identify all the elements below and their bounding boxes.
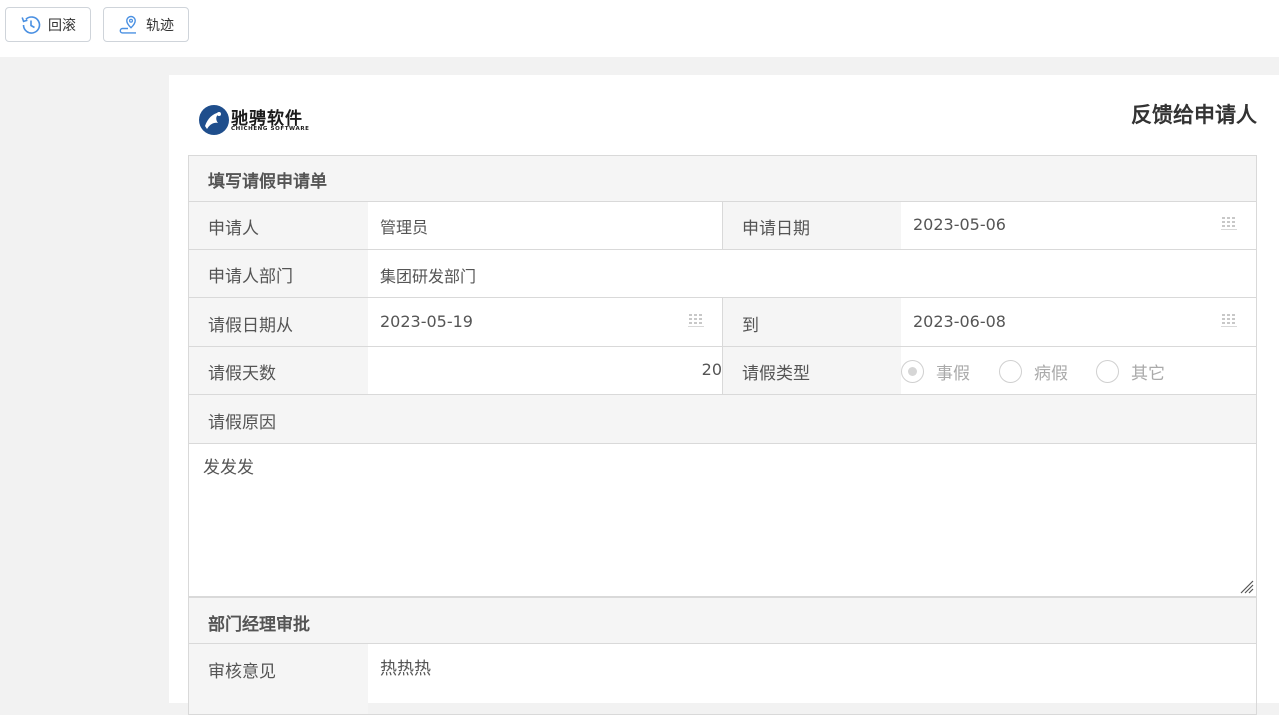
leave-from-value: 2023-05-19 (380, 312, 473, 331)
applicant-value: 管理员 (380, 218, 429, 237)
review-value: 热热热 (380, 659, 431, 679)
leave-form: 填写请假申请单 申请人 管理员 申请日期 2023-05-06 申请人部门 集团… (188, 155, 1257, 715)
type-label-text: 请假类型 (742, 364, 810, 384)
dept-label-text: 申请人部门 (208, 267, 293, 287)
row-applicant: 申请人 管理员 申请日期 2023-05-06 (189, 202, 1256, 250)
toolbar: 回滚 轨迹 (0, 0, 1279, 57)
logo-emblem-icon (199, 105, 229, 135)
track-button[interactable]: 轨迹 (103, 7, 189, 42)
to-label-text: 到 (742, 316, 759, 336)
radio-other-leave[interactable]: 其它 (1096, 359, 1165, 384)
form-sheet: 驰骋软件 CHICHENG SOFTWARE 反馈给申请人 填写请假申请单 申请… (169, 75, 1279, 715)
radio-personal-leave[interactable]: 事假 (901, 359, 970, 384)
section-header-application: 填写请假申请单 (189, 156, 1256, 202)
dept-value: 集团研发部门 (380, 267, 477, 286)
reason-label: 请假原因 (208, 413, 276, 433)
applicant-label-text: 申请人 (208, 219, 259, 239)
days-field[interactable]: 20 (368, 347, 722, 394)
row-days-type: 请假天数 20 请假类型 事假 病假 其它 (189, 347, 1256, 395)
type-radio-group: 事假 病假 其它 (901, 347, 1256, 394)
reason-textarea[interactable]: 发发发 (189, 444, 1256, 598)
leave-from-field[interactable]: 2023-05-19 (368, 298, 722, 346)
dept-label: 申请人部门 (189, 250, 368, 297)
applicant-field[interactable]: 管理员 (368, 202, 722, 249)
track-label: 轨迹 (146, 17, 174, 34)
rollback-label: 回滚 (48, 17, 76, 34)
days-label-text: 请假天数 (208, 364, 276, 384)
history-icon (21, 15, 41, 34)
leave-from-label-text: 请假日期从 (208, 316, 293, 336)
radio-circle (999, 360, 1022, 383)
to-label: 到 (722, 298, 901, 346)
resize-handle-icon[interactable] (1240, 580, 1254, 594)
row-department: 申请人部门 集团研发部门 (189, 250, 1256, 298)
radio-label: 病假 (1034, 364, 1068, 384)
type-label: 请假类型 (722, 347, 901, 394)
to-date-value: 2023-06-08 (913, 312, 1006, 331)
logo-subtext: CHICHENG SOFTWARE (231, 126, 310, 132)
leave-from-label: 请假日期从 (189, 298, 368, 346)
radio-circle (901, 360, 924, 383)
apply-date-value: 2023-05-06 (913, 215, 1006, 234)
radio-circle (1096, 360, 1119, 383)
apply-date-field[interactable]: 2023-05-06 (901, 202, 1256, 249)
days-label: 请假天数 (189, 347, 368, 394)
rollback-button[interactable]: 回滚 (5, 7, 91, 42)
radio-label: 其它 (1131, 364, 1165, 384)
to-date-field[interactable]: 2023-06-08 (901, 298, 1256, 346)
section-header-manager-approval: 部门经理审批 (189, 598, 1256, 644)
days-value: 20 (701, 360, 722, 379)
form-title: 反馈给申请人 (1131, 103, 1257, 127)
reason-value: 发发发 (203, 458, 254, 478)
dept-field[interactable]: 集团研发部门 (368, 250, 1256, 297)
section-title: 填写请假申请单 (208, 172, 327, 192)
applicant-label: 申请人 (189, 202, 368, 249)
calendar-icon[interactable] (1221, 216, 1239, 232)
review-label-text: 审核意见 (208, 662, 276, 682)
row-reason-label: 请假原因 (189, 395, 1256, 444)
review-label: 审核意见 (189, 644, 368, 714)
row-review: 审核意见 热热热 (189, 644, 1256, 714)
company-logo: 驰骋软件 CHICHENG SOFTWARE (198, 103, 318, 139)
location-track-icon (119, 15, 136, 34)
apply-date-label: 申请日期 (722, 202, 901, 249)
radio-label: 事假 (936, 364, 970, 384)
row-leave-dates: 请假日期从 2023-05-19 到 2023-06-08 (189, 298, 1256, 347)
calendar-icon[interactable] (1221, 313, 1239, 329)
section-title: 部门经理审批 (208, 615, 310, 635)
calendar-icon[interactable] (688, 313, 706, 329)
review-field[interactable]: 热热热 (368, 644, 1256, 714)
radio-sick-leave[interactable]: 病假 (999, 359, 1068, 384)
apply-date-label-text: 申请日期 (742, 219, 810, 239)
